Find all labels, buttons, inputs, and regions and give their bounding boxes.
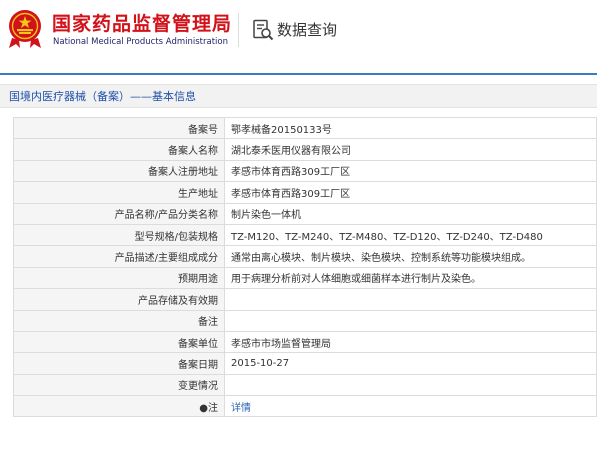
table-row: 备注: [13, 309, 597, 332]
table-row: 备案单位 孝感市市场监督管理局: [13, 330, 597, 354]
field-value: [224, 309, 597, 332]
field-value: TZ-M120、TZ-M240、TZ-M480、TZ-D120、TZ-D240、…: [224, 223, 597, 247]
table-row: ●注 详情: [13, 395, 597, 418]
header-accent-line: [0, 73, 597, 75]
field-value: 孝感市体育西路309工厂区: [224, 159, 597, 183]
national-emblem-icon: [9, 10, 41, 48]
field-value: 湖北泰禾医用仪器有限公司: [224, 138, 597, 161]
field-value: 制片染色一体机: [224, 202, 597, 225]
header-divider: [238, 13, 239, 47]
field-label: 备案日期: [13, 352, 225, 375]
table-row: 产品描述/主要组成成分 通常由离心模块、制片模块、染色模块、控制系统等功能模块组成…: [13, 245, 597, 268]
field-label: 变更情况: [13, 373, 225, 397]
breadcrumb: 国境内医疗器械（备案）——基本信息: [9, 90, 196, 103]
field-value: 通常由离心模块、制片模块、染色模块、控制系统等功能模块组成。: [224, 245, 597, 268]
agency-name-cn: 国家药品监督管理局: [52, 13, 233, 35]
table-row: 变更情况: [13, 373, 597, 397]
field-value: 详情: [224, 395, 597, 418]
field-value: [224, 373, 597, 397]
field-label: 备案人注册地址: [13, 159, 225, 183]
field-label: 产品名称/产品分类名称: [13, 202, 225, 225]
agency-name-en: National Medical Products Administration: [53, 37, 228, 47]
document-search-icon: [253, 19, 274, 41]
site-header: 国家药品监督管理局 National Medical Products Admi…: [0, 0, 597, 68]
field-value: 用于病理分析前对人体细胞或细菌样本进行制片及染色。: [224, 266, 597, 290]
table-row: 备案人名称 湖北泰禾医用仪器有限公司: [13, 138, 597, 161]
basic-info-table: 备案号 鄂孝械备20150133号 备案人名称 湖北泰禾医用仪器有限公司 备案人注册…: [13, 116, 597, 418]
field-label: 生产地址: [13, 181, 225, 204]
field-label: 产品描述/主要组成成分: [13, 245, 225, 268]
table-row: 备案号 鄂孝械备20150133号: [13, 116, 597, 140]
details-link[interactable]: 详情: [231, 403, 251, 414]
field-label: 备案号: [13, 116, 225, 140]
field-value: [224, 288, 597, 311]
field-label: 备案人名称: [13, 138, 225, 161]
field-value: 孝感市市场监督管理局: [224, 330, 597, 354]
table-row: 备案日期 2015-10-27: [13, 352, 597, 375]
field-value: 鄂孝械备20150133号: [224, 116, 597, 140]
field-label: 备注: [13, 309, 225, 332]
table-row: 型号规格/包装规格 TZ-M120、TZ-M240、TZ-M480、TZ-D120…: [13, 223, 597, 247]
field-label: 型号规格/包装规格: [13, 223, 225, 247]
table-row: 产品名称/产品分类名称 制片染色一体机: [13, 202, 597, 225]
field-value: 孝感市体育西路309工厂区: [224, 181, 597, 204]
field-label: 产品存储及有效期: [13, 288, 225, 311]
field-value: 2015-10-27: [224, 352, 597, 375]
table-row: 备案人注册地址 孝感市体育西路309工厂区: [13, 159, 597, 183]
table-row: 产品存储及有效期: [13, 288, 597, 311]
table-row: 预期用途 用于病理分析前对人体细胞或细菌样本进行制片及染色。: [13, 266, 597, 290]
field-label: 备案单位: [13, 330, 225, 354]
table-row: 生产地址 孝感市体育西路309工厂区: [13, 181, 597, 204]
field-label: 预期用途: [13, 266, 225, 290]
field-label: ●注: [13, 395, 225, 418]
query-title: 数据查询: [277, 21, 338, 39]
